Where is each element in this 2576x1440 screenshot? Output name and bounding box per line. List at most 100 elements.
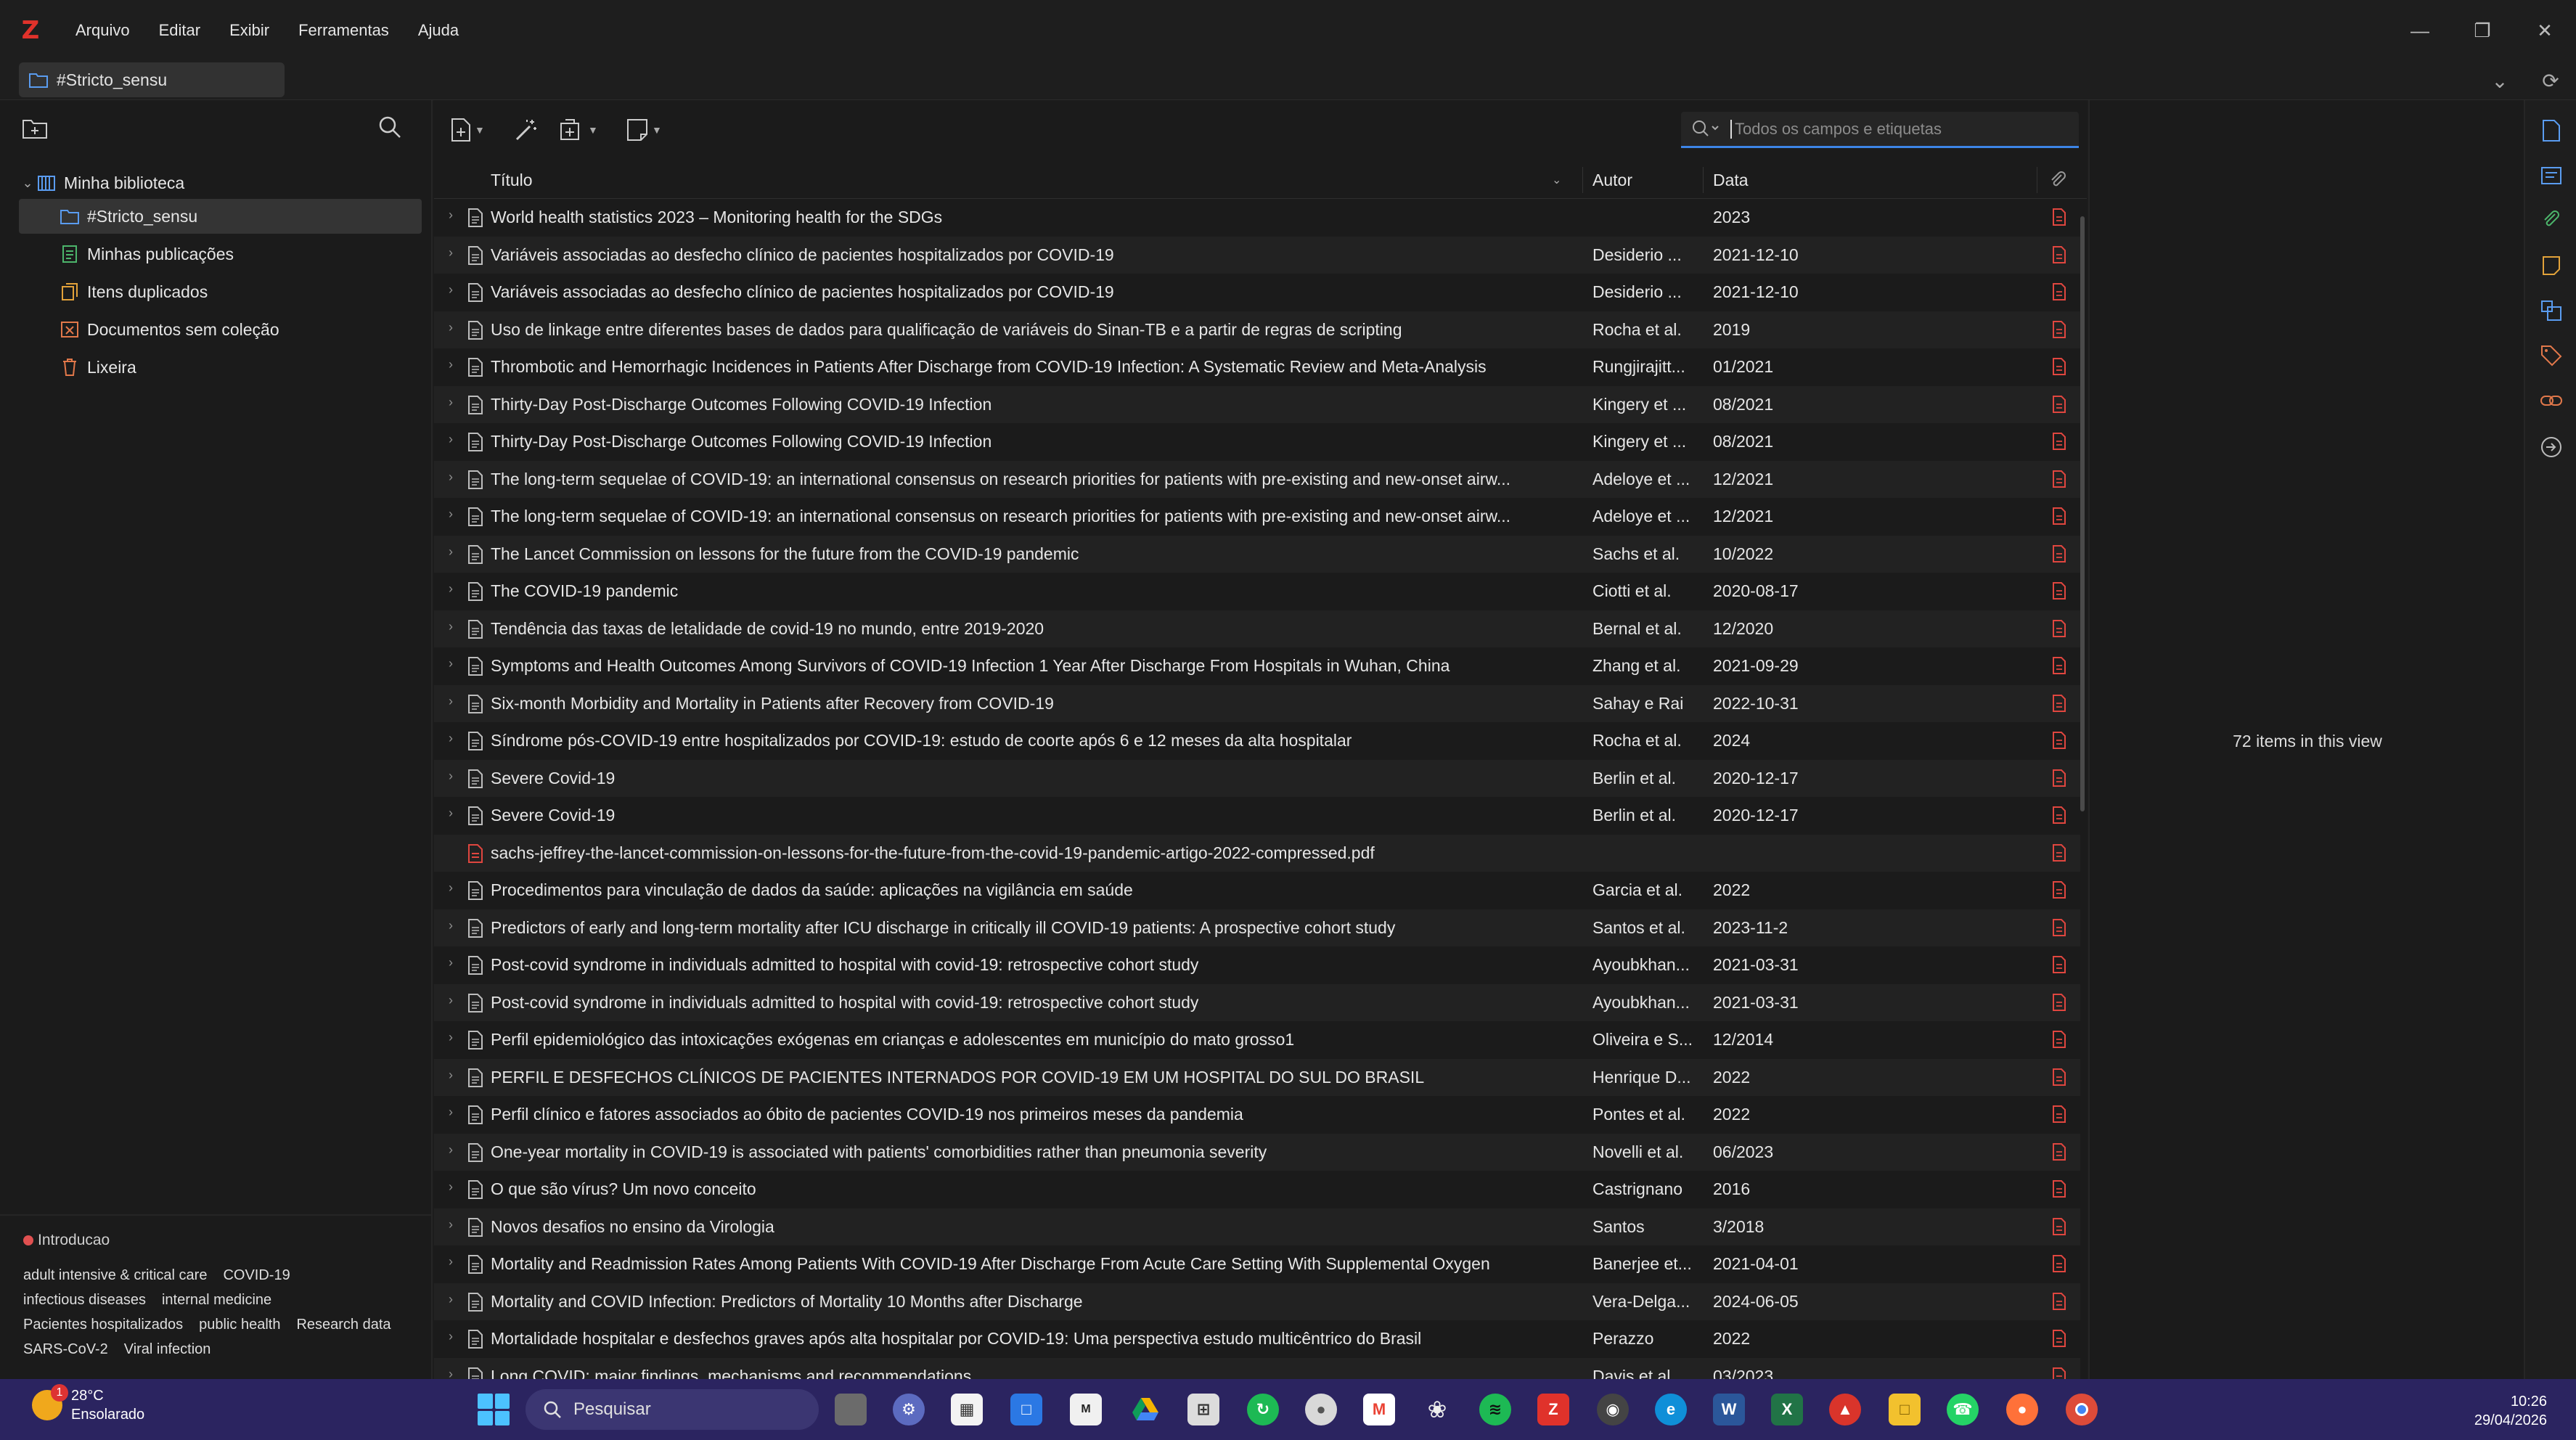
- chevron-right-icon[interactable]: ›: [449, 731, 453, 746]
- table-row[interactable]: › Mortalidade hospitalar e desfechos grav…: [434, 1320, 2080, 1358]
- chevron-right-icon[interactable]: ›: [449, 1329, 453, 1344]
- search-input[interactable]: [1730, 119, 2064, 139]
- zotero-taskbar-icon[interactable]: Z: [1537, 1394, 1569, 1425]
- add-attachment-button[interactable]: ▼: [559, 115, 598, 145]
- chrome-icon[interactable]: [2066, 1394, 2098, 1425]
- chevron-right-icon[interactable]: ›: [449, 432, 453, 447]
- table-row[interactable]: › Mortality and COVID Infection: Predicto…: [434, 1282, 2080, 1320]
- chevron-right-icon[interactable]: ›: [449, 1292, 453, 1307]
- table-row[interactable]: › The long-term sequelae of COVID-19: an …: [434, 498, 2080, 536]
- table-row[interactable]: › PERFIL E DESFECHOS CLÍNICOS DE PACIENTE…: [434, 1058, 2080, 1096]
- pdf-attachment-icon[interactable]: [2051, 1179, 2067, 1198]
- table-row[interactable]: › Procedimentos para vinculação de dados …: [434, 872, 2080, 909]
- search-mode-dropdown[interactable]: [1681, 111, 1730, 147]
- table-row[interactable]: › Tendência das taxas de letalidade de co…: [434, 610, 2080, 647]
- column-separator[interactable]: [1703, 167, 1704, 193]
- table-row[interactable]: › Uso de linkage entre diferentes bases d…: [434, 311, 2080, 348]
- chevron-right-icon[interactable]: ›: [449, 1105, 453, 1120]
- table-row[interactable]: › Perfil epidemiológico das intoxicações …: [434, 1021, 2080, 1059]
- chevron-right-icon[interactable]: ›: [449, 357, 453, 372]
- column-date[interactable]: Data: [1713, 161, 1749, 199]
- tab-library[interactable]: #Stricto_sensu: [19, 62, 285, 97]
- menu-ajuda[interactable]: Ajuda: [404, 0, 473, 61]
- tag-item[interactable]: Viral infection: [124, 1341, 211, 1358]
- table-row[interactable]: › Predictors of early and long-term morta…: [434, 909, 2080, 946]
- chevron-right-icon[interactable]: ›: [449, 955, 453, 970]
- new-collection-icon[interactable]: [22, 118, 51, 144]
- info-section-icon[interactable]: [2537, 116, 2566, 145]
- search-collections-icon[interactable]: [377, 115, 406, 144]
- table-row[interactable]: › Severe Covid-19 Berlin et al. 2020-12-17: [434, 759, 2080, 797]
- table-row[interactable]: › Síndrome pós-COVID-19 entre hospitaliza…: [434, 722, 2080, 760]
- close-button[interactable]: ✕: [2514, 0, 2576, 61]
- list-all-tabs-button[interactable]: ⌄: [2474, 61, 2525, 100]
- edge-icon[interactable]: e: [1655, 1394, 1687, 1425]
- pdf-attachment-icon[interactable]: [2051, 1030, 2067, 1049]
- chevron-right-icon[interactable]: ›: [449, 320, 453, 335]
- table-row[interactable]: › O que são vírus? Um novo conceito Castri…: [434, 1171, 2080, 1208]
- sort-descending-icon[interactable]: ⌄: [1552, 161, 1561, 199]
- chevron-right-icon[interactable]: ›: [449, 993, 453, 1008]
- pdf-attachment-icon[interactable]: [2051, 282, 2067, 301]
- table-row[interactable]: › One-year mortality in COVID-19 is assoc…: [434, 1133, 2080, 1171]
- pdf-attachment-icon[interactable]: [2051, 993, 2067, 1012]
- pdf-attachment-icon[interactable]: [2051, 955, 2067, 974]
- pdf-attachment-icon[interactable]: [2051, 1254, 2067, 1273]
- pdf-attachment-icon[interactable]: [2051, 1329, 2067, 1348]
- menu-ferramentas[interactable]: Ferramentas: [284, 0, 404, 61]
- pdf-attachment-icon[interactable]: [2051, 357, 2067, 376]
- chevron-right-icon[interactable]: ›: [449, 769, 453, 784]
- chevron-right-icon[interactable]: ›: [449, 1068, 453, 1083]
- pdf-attachment-icon[interactable]: [2051, 1367, 2067, 1380]
- table-row[interactable]: › Symptoms and Health Outcomes Among Surv…: [434, 647, 2080, 685]
- pdf-attachment-icon[interactable]: [2051, 918, 2067, 937]
- new-item-button[interactable]: ▼: [450, 115, 485, 145]
- pdf-attachment-icon[interactable]: [2051, 1292, 2067, 1311]
- gmail-icon[interactable]: M: [1363, 1394, 1395, 1425]
- collection-my-publications[interactable]: Minhas publicações: [19, 237, 422, 271]
- start-button[interactable]: [478, 1394, 510, 1425]
- chevron-right-icon[interactable]: ›: [449, 619, 453, 634]
- tag-item[interactable]: public health: [199, 1317, 280, 1333]
- store-icon[interactable]: ▦: [951, 1394, 983, 1425]
- chevron-right-icon[interactable]: ›: [449, 245, 453, 261]
- chevron-right-icon[interactable]: ›: [449, 1367, 453, 1380]
- calendar-icon[interactable]: □: [1010, 1394, 1042, 1425]
- tag-item[interactable]: internal medicine: [162, 1292, 271, 1309]
- pdf-attachment-icon[interactable]: [2051, 395, 2067, 414]
- table-row[interactable]: sachs-jeffrey-the-lancet-commission-on-l…: [434, 834, 2080, 872]
- app-icon-dark[interactable]: ◉: [1597, 1394, 1629, 1425]
- app-icon-green[interactable]: ↻: [1247, 1394, 1279, 1425]
- collection-duplicate-items[interactable]: Itens duplicados: [19, 274, 422, 309]
- app-icon-red[interactable]: ▲: [1829, 1394, 1861, 1425]
- table-row[interactable]: › World health statistics 2023 – Monitori…: [434, 199, 2080, 237]
- settings-icon[interactable]: ⚙: [893, 1394, 925, 1425]
- chevron-right-icon[interactable]: ›: [449, 918, 453, 933]
- chevron-right-icon[interactable]: ›: [449, 208, 453, 223]
- app-icon[interactable]: M: [1070, 1394, 1102, 1425]
- whatsapp-icon[interactable]: ☎: [1947, 1394, 1979, 1425]
- table-row[interactable]: › Thirty-Day Post-Discharge Outcomes Foll…: [434, 423, 2080, 461]
- table-row[interactable]: › Variáveis associadas ao desfecho clínic…: [434, 236, 2080, 274]
- chevron-right-icon[interactable]: ›: [449, 544, 453, 560]
- locate-icon[interactable]: [2537, 433, 2566, 462]
- chevron-right-icon[interactable]: ›: [449, 395, 453, 410]
- column-title[interactable]: Título: [491, 161, 533, 199]
- pdf-attachment-icon[interactable]: [2051, 1217, 2067, 1236]
- restore-button[interactable]: ❐: [2451, 0, 2514, 61]
- pdf-attachment-icon[interactable]: [2051, 619, 2067, 638]
- pdf-attachment-icon[interactable]: [2051, 1105, 2067, 1124]
- chevron-right-icon[interactable]: ›: [449, 656, 453, 671]
- table-row[interactable]: › The long-term sequelae of COVID-19: an …: [434, 460, 2080, 498]
- collection-my-library[interactable]: ⌄ Minha biblioteca: [19, 165, 422, 200]
- related-section-icon[interactable]: [2537, 386, 2566, 415]
- task-view-icon[interactable]: [835, 1394, 867, 1425]
- table-row[interactable]: › Perfil clínico e fatores associados ao …: [434, 1096, 2080, 1134]
- tag-item[interactable]: Research data: [296, 1317, 391, 1333]
- table-row[interactable]: › The COVID-19 pandemic Ciotti et al. 2020-…: [434, 573, 2080, 610]
- items-scrollbar[interactable]: [2080, 216, 2085, 811]
- excel-icon[interactable]: X: [1771, 1394, 1803, 1425]
- word-icon[interactable]: W: [1713, 1394, 1745, 1425]
- app-icon-grey[interactable]: ●: [1305, 1394, 1337, 1425]
- collection-stricto-sensu[interactable]: #Stricto_sensu: [19, 199, 422, 234]
